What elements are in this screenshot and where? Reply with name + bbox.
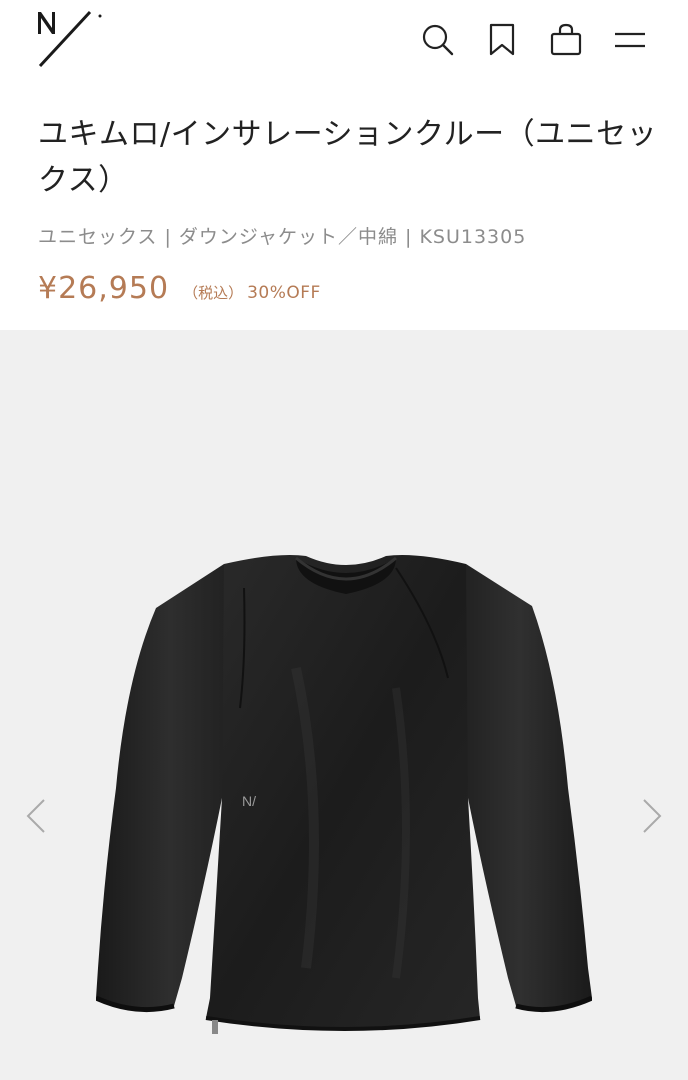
header-icons — [420, 20, 648, 60]
shopping-bag-icon[interactable] — [548, 22, 584, 58]
chevron-left-icon[interactable] — [22, 796, 50, 836]
product-price: ¥26,950 — [38, 271, 170, 306]
product-image[interactable]: N/ — [94, 548, 594, 1080]
site-header — [0, 0, 688, 80]
search-icon[interactable] — [420, 22, 456, 58]
product-meta: ユニセックス | ダウンジャケット／中綿 | KSU13305 — [38, 226, 527, 248]
menu-icon[interactable] — [612, 22, 648, 58]
discount-badge: 30%OFF — [247, 283, 321, 303]
tax-label: （税込） — [183, 284, 244, 302]
brand-logo-icon[interactable] — [34, 6, 106, 70]
bookmark-icon[interactable] — [484, 22, 520, 58]
product-info: ユキムロ/インサレーションクルー（ユニセックス） ユニセックス | ダウンジャケ… — [38, 112, 658, 306]
svg-text:N/: N/ — [242, 793, 256, 809]
chevron-right-icon[interactable] — [638, 796, 666, 836]
product-title: ユキムロ/インサレーションクルー（ユニセックス） — [38, 117, 658, 198]
price-row: ¥26,950 （税込） 30%OFF — [38, 271, 658, 306]
product-gallery[interactable]: N/ — [0, 330, 688, 1080]
